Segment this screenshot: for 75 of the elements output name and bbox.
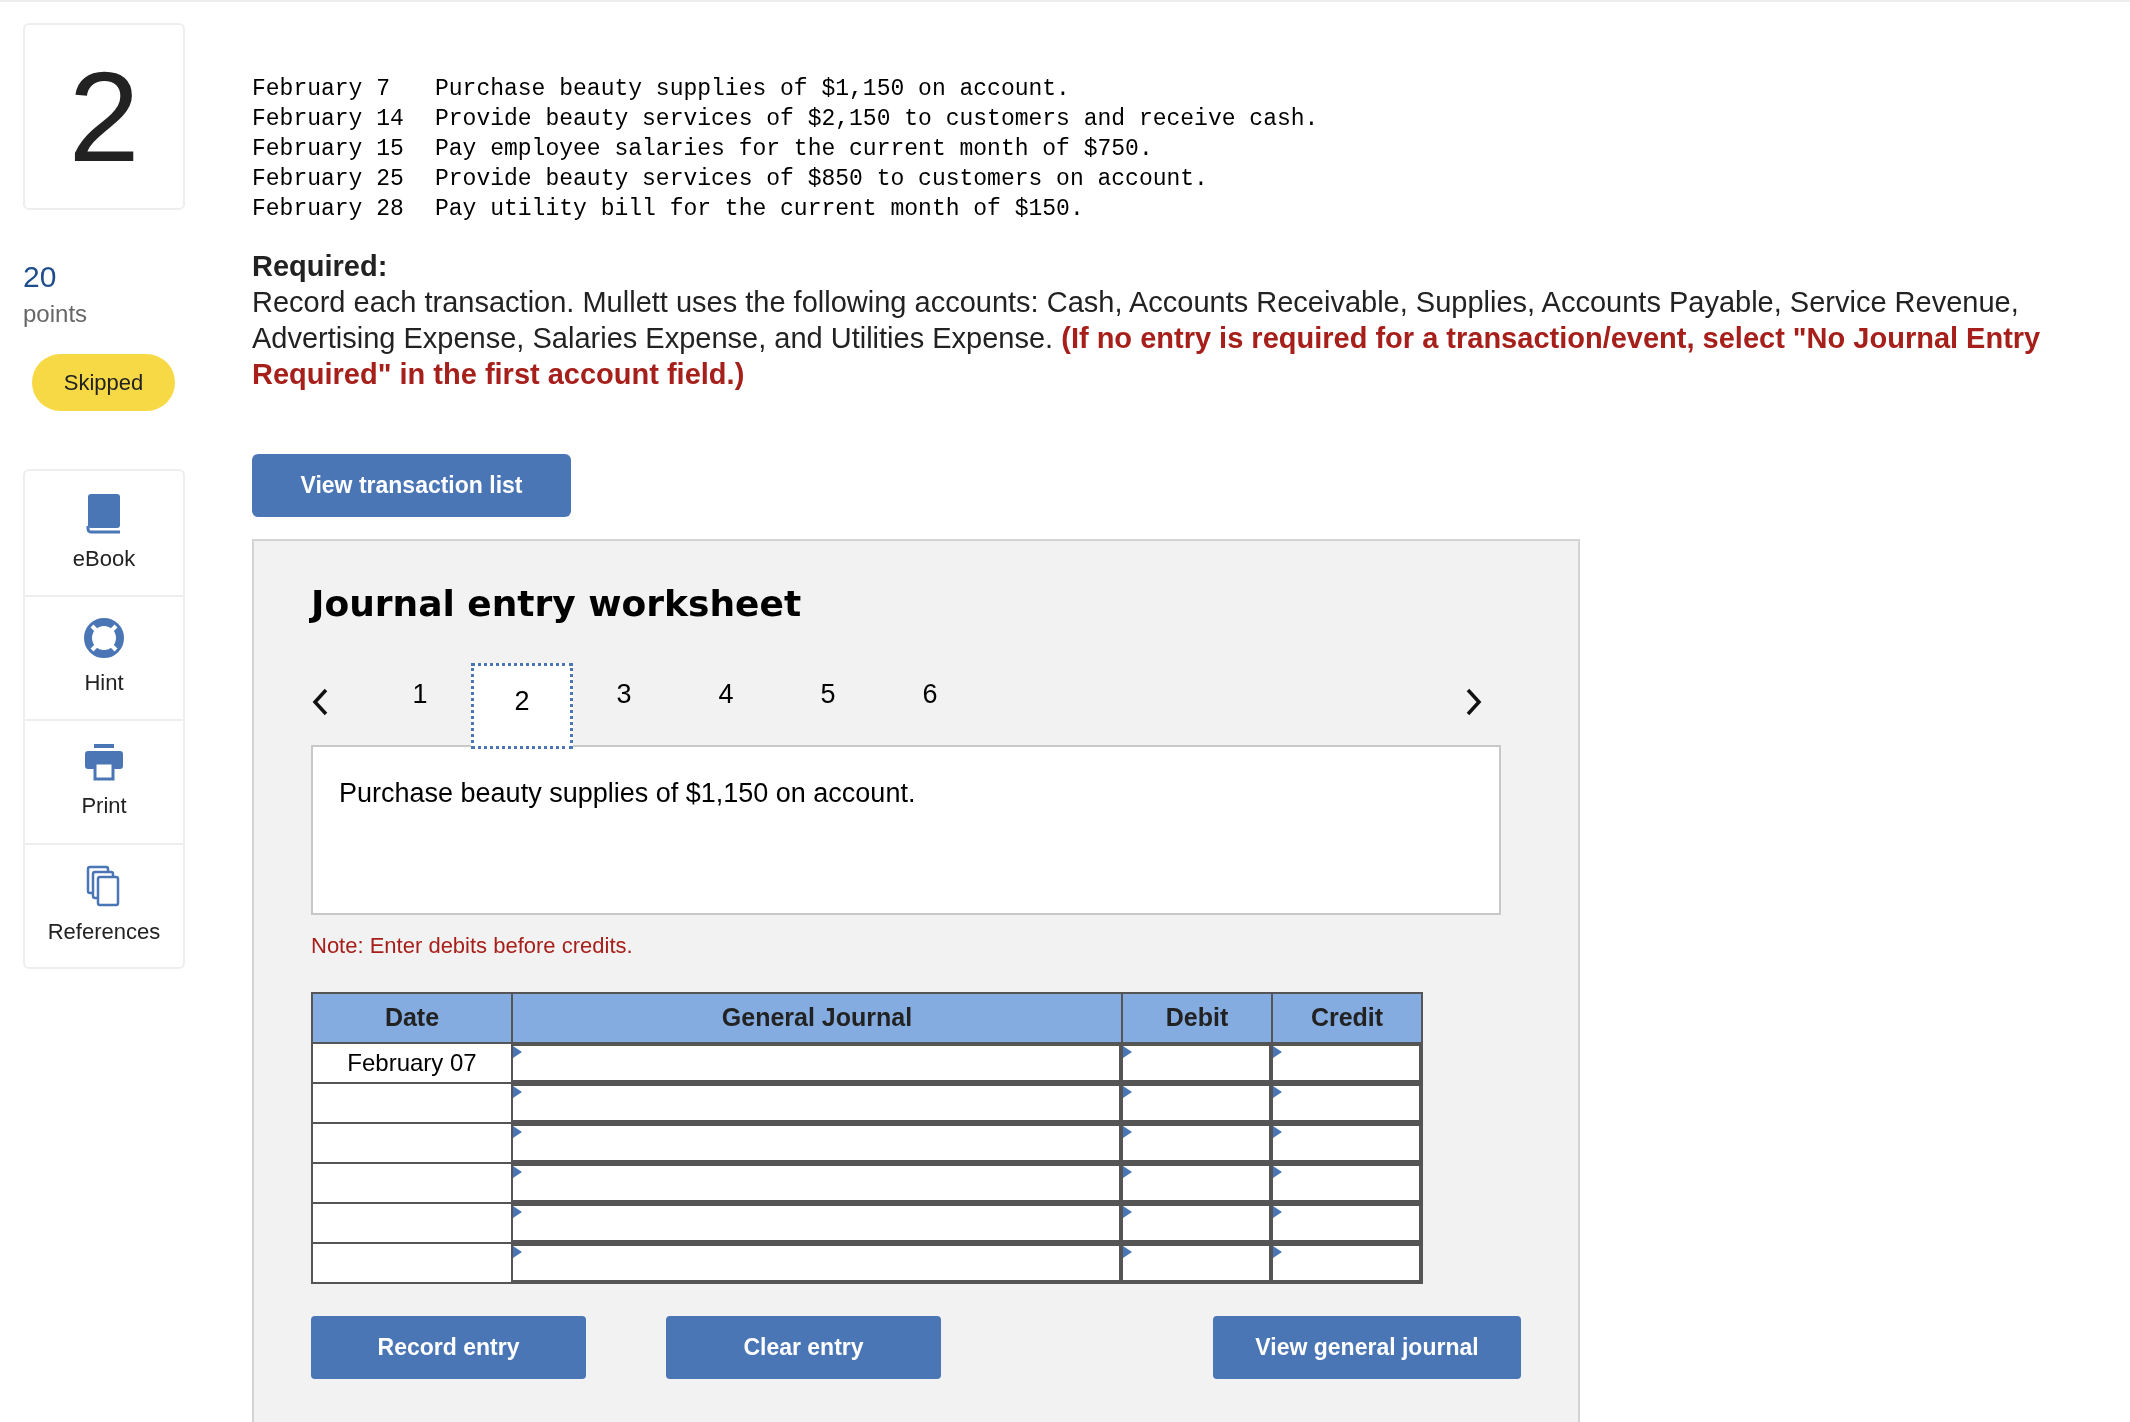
marker-icon (1123, 1126, 1132, 1138)
entry-input[interactable] (1271, 1244, 1421, 1282)
entry-note: Note: Enter debits before credits. (311, 932, 633, 960)
transaction-line: February 25 Provide beauty services of $850 to customers on account. (252, 165, 1208, 194)
entry-tab[interactable]: 5 (777, 659, 879, 745)
transaction-line: February 7 Purchase beauty supplies of $1,150 on account. (252, 75, 1070, 104)
printer-icon (84, 742, 124, 781)
entry-input[interactable] (511, 1164, 1121, 1202)
column-header: Credit (1271, 994, 1421, 1042)
marker-icon (1273, 1246, 1282, 1258)
marker-icon (513, 1206, 522, 1218)
marker-icon (1273, 1206, 1282, 1218)
status-badge: Skipped (32, 354, 175, 411)
entry-tab[interactable]: 4 (675, 659, 777, 745)
transaction-description: Purchase beauty supplies of $1,150 on account. (311, 745, 1501, 915)
lifebuoy-icon (84, 617, 124, 658)
worksheet-title: Journal entry worksheet (311, 582, 802, 626)
action-button[interactable]: View general journal (1213, 1316, 1521, 1379)
marker-icon (513, 1126, 522, 1138)
marker-icon (513, 1046, 522, 1058)
entry-input[interactable] (511, 1124, 1121, 1162)
book-icon (85, 491, 123, 534)
entry-input[interactable] (1271, 1084, 1421, 1122)
required-text: Record each transaction. Mullett uses the following accounts: Cash, Accounts Receivable, Supplies, Accounts Payable, Service Revenue, Advertising Expense, Salaries Expense, and Utilities Expense. (If no entry is required for a transaction/event, select "No Journal Entry Required" in the first account field.) (252, 285, 2042, 392)
sidebar-item[interactable]: References (25, 843, 183, 967)
transaction-line: February 28 Pay utility bill for the current month of $150. (252, 195, 1084, 224)
points-value: 20 (23, 262, 58, 292)
entry-input[interactable] (1121, 1084, 1271, 1122)
marker-icon (1273, 1086, 1282, 1098)
entry-input[interactable] (1121, 1124, 1271, 1162)
marker-icon (1123, 1206, 1132, 1218)
marker-icon (1273, 1166, 1282, 1178)
entry-input[interactable] (511, 1204, 1121, 1242)
sidebar-item[interactable]: Hint (25, 595, 183, 719)
marker-icon (1123, 1246, 1132, 1258)
entry-input[interactable] (1121, 1204, 1271, 1242)
date-cell: February 07 (313, 1044, 511, 1082)
action-button[interactable]: Clear entry (666, 1316, 941, 1379)
column-header: Debit (1121, 994, 1271, 1042)
required-heading: Required: (252, 249, 388, 284)
marker-icon (513, 1166, 522, 1178)
entry-input[interactable] (1121, 1044, 1271, 1082)
question-number: 2 (23, 23, 185, 210)
view-transaction-list-button[interactable]: View transaction list (252, 454, 571, 517)
marker-icon (1123, 1046, 1132, 1058)
transaction-line: February 15 Pay employee salaries for the current month of $750. (252, 135, 1153, 164)
chevron-left-icon[interactable] (311, 687, 329, 717)
chevron-right-icon[interactable] (1465, 687, 1483, 717)
column-header: General Journal (511, 994, 1121, 1042)
marker-icon (513, 1086, 522, 1098)
entry-input[interactable] (511, 1084, 1121, 1122)
column-header: Date (383, 1002, 441, 1034)
entry-input[interactable] (1271, 1164, 1421, 1202)
action-button[interactable]: Record entry (311, 1316, 586, 1379)
points-label: points (23, 302, 89, 326)
entry-tab[interactable]: 1 (369, 659, 471, 745)
entry-tab[interactable]: 6 (879, 659, 981, 745)
entry-input[interactable] (1271, 1124, 1421, 1162)
marker-icon (1123, 1086, 1132, 1098)
marker-icon (1123, 1166, 1132, 1178)
marker-icon (1273, 1126, 1282, 1138)
entry-tab[interactable]: 3 (573, 659, 675, 745)
entry-input[interactable] (1121, 1164, 1271, 1202)
transaction-line: February 14 Provide beauty services of $2,150 to customers and receive cash. (252, 105, 1319, 134)
entry-input[interactable] (1121, 1244, 1271, 1282)
entry-input[interactable] (1271, 1204, 1421, 1242)
pages-icon (86, 864, 122, 907)
entry-tab[interactable]: 2 (471, 663, 573, 749)
sidebar-item[interactable]: Print (25, 719, 183, 843)
sidebar-item[interactable]: eBook (25, 471, 183, 595)
entry-input[interactable] (511, 1044, 1121, 1082)
entry-input[interactable] (511, 1244, 1121, 1282)
entry-input[interactable] (1271, 1044, 1421, 1082)
marker-icon (513, 1246, 522, 1258)
marker-icon (1273, 1046, 1282, 1058)
